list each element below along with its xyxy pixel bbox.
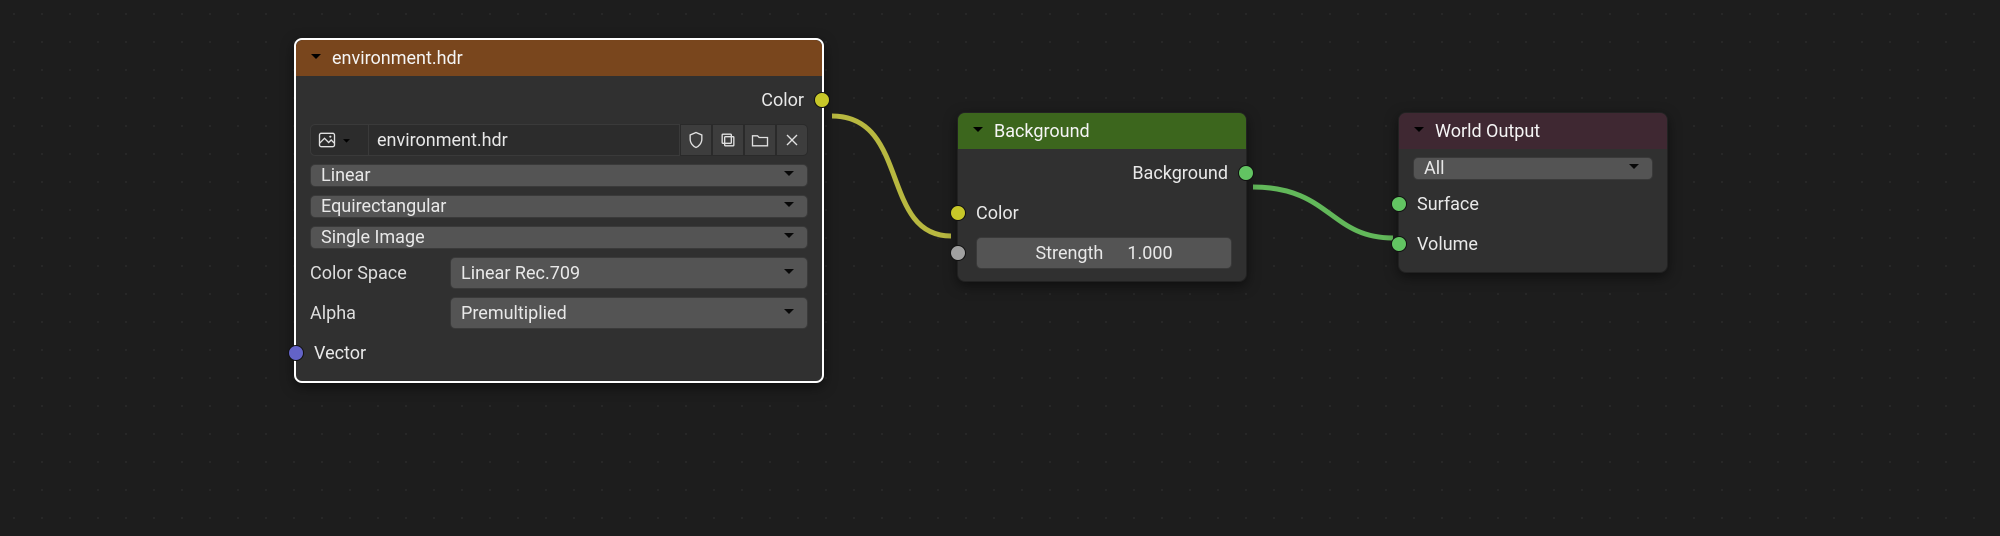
image-name-field[interactable]: environment.hdr xyxy=(368,124,680,156)
chevron-down-icon xyxy=(781,165,797,186)
close-icon xyxy=(782,130,802,150)
chevron-down-icon xyxy=(781,196,797,217)
socket-vector-input[interactable] xyxy=(288,345,304,361)
socket-surface-input[interactable] xyxy=(1391,196,1407,212)
duplicate-icon xyxy=(718,130,738,150)
node-background[interactable]: Background Background Color Strength 1.0… xyxy=(957,112,1247,282)
interpolation-dropdown[interactable]: Linear xyxy=(310,164,808,187)
open-image-button[interactable] xyxy=(744,124,776,156)
socket-color-input[interactable] xyxy=(950,205,966,221)
chevron-down-icon[interactable] xyxy=(970,121,986,142)
chevron-down-icon xyxy=(1626,158,1642,179)
new-image-button[interactable] xyxy=(712,124,744,156)
chevron-down-icon[interactable] xyxy=(308,48,324,69)
node-title: Background xyxy=(994,121,1090,142)
chevron-down-icon[interactable] xyxy=(1411,121,1427,142)
node-header[interactable]: environment.hdr xyxy=(296,40,822,76)
chevron-down-icon xyxy=(781,303,797,324)
node-title: World Output xyxy=(1435,121,1540,142)
unlink-image-button[interactable] xyxy=(776,124,808,156)
fake-user-button[interactable] xyxy=(680,124,712,156)
projection-dropdown[interactable]: Equirectangular xyxy=(310,195,808,218)
node-environment-texture[interactable]: environment.hdr Color environment.hdr xyxy=(294,38,824,383)
input-volume: Volume xyxy=(1413,228,1653,260)
node-title: environment.hdr xyxy=(332,48,463,69)
node-header[interactable]: Background xyxy=(958,113,1246,149)
color-space-dropdown[interactable]: Linear Rec.709 xyxy=(450,257,808,289)
folder-icon xyxy=(750,130,770,150)
image-icon xyxy=(317,130,337,150)
alpha-dropdown[interactable]: Premultiplied xyxy=(450,297,808,329)
socket-strength-input[interactable] xyxy=(950,245,966,261)
strength-field[interactable]: Strength 1.000 xyxy=(976,237,1232,269)
socket-background-output[interactable] xyxy=(1238,165,1254,181)
input-color: Color xyxy=(972,197,1232,229)
chevron-down-icon xyxy=(781,227,797,248)
input-vector: Vector xyxy=(310,337,808,369)
socket-color-output[interactable] xyxy=(814,92,830,108)
node-world-output[interactable]: World Output All Surface Volume xyxy=(1398,112,1668,273)
source-dropdown[interactable]: Single Image xyxy=(310,226,808,249)
image-datablock-selector[interactable] xyxy=(310,124,368,156)
alpha-label: Alpha xyxy=(310,303,440,324)
chevron-down-icon xyxy=(781,263,797,284)
target-dropdown[interactable]: All xyxy=(1413,157,1653,180)
output-background: Background xyxy=(972,157,1232,189)
socket-volume-input[interactable] xyxy=(1391,236,1407,252)
color-space-label: Color Space xyxy=(310,263,440,284)
input-surface: Surface xyxy=(1413,188,1653,220)
node-header[interactable]: World Output xyxy=(1399,113,1667,149)
output-color: Color xyxy=(310,84,808,116)
shield-icon xyxy=(686,130,706,150)
chevron-down-icon xyxy=(341,135,352,146)
